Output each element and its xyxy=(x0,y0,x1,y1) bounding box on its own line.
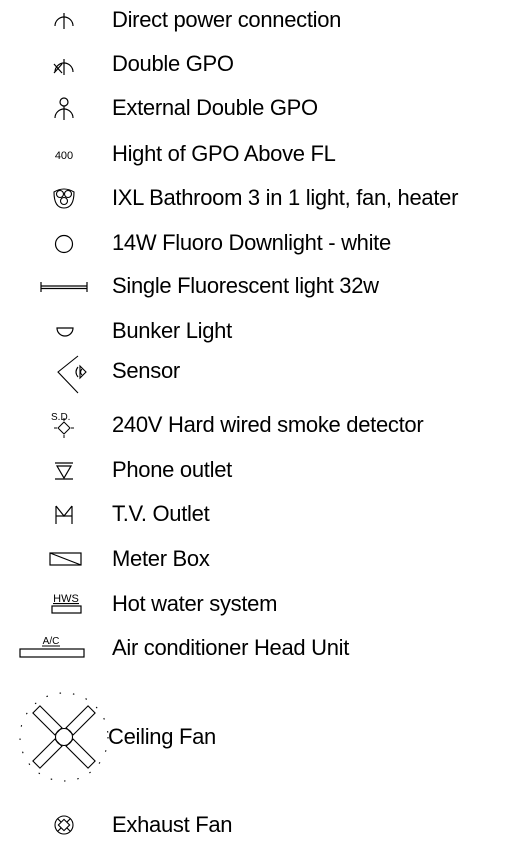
legend-label: Hight of GPO Above FL xyxy=(112,141,336,166)
legend-label: Direct power connection xyxy=(112,7,342,32)
legend-item-external-gpo: External Double GPO xyxy=(0,90,512,126)
legend-label: Single Fluorescent light 32w xyxy=(112,273,379,298)
legend-item-air-conditioner: A/C Air conditioner Head Unit xyxy=(0,630,512,666)
legend-item-meter-box: Meter Box xyxy=(0,541,512,577)
legend-label: Double GPO xyxy=(112,51,234,76)
legend-label: Exhaust Fan xyxy=(112,812,233,837)
legend-label: IXL Bathroom 3 in 1 light, fan, heater xyxy=(112,185,459,210)
sensor-icon xyxy=(0,353,90,394)
legend-item-downlight: 14W Fluoro Downlight - white xyxy=(0,225,512,261)
hot-water-system-icon: HWS xyxy=(0,586,90,622)
ceiling-fan-icon xyxy=(0,677,110,797)
legend-item-ceiling-fan: Ceiling Fan xyxy=(0,677,512,797)
downlight-icon xyxy=(0,225,90,261)
legend-item-double-gpo: Double GPO xyxy=(0,46,512,82)
legend-item-ixl-bathroom: IXL Bathroom 3 in 1 light, fan, heater xyxy=(0,180,512,216)
double-gpo-icon xyxy=(0,46,90,82)
legend-label: External Double GPO xyxy=(112,95,318,120)
legend-label: T.V. Outlet xyxy=(112,501,210,526)
gpo-height-icon: 400 xyxy=(0,136,90,172)
exhaust-fan-icon xyxy=(0,807,90,843)
legend-label: 240V Hard wired smoke detector xyxy=(112,412,424,437)
legend-item-gpo-height: 400 Hight of GPO Above FL xyxy=(0,136,512,172)
phone-outlet-icon xyxy=(0,452,90,488)
legend-item-tv-outlet: T.V. Outlet xyxy=(0,496,512,532)
ixl-bathroom-3in1-icon xyxy=(0,180,90,216)
legend-item-fluorescent: Single Fluorescent light 32w xyxy=(0,268,512,304)
direct-power-connection-icon xyxy=(0,2,90,38)
svg-text:S.D.: S.D. xyxy=(51,412,70,423)
legend-item-smoke-detector: S.D. 240V Hard wired smoke detector xyxy=(0,407,512,443)
air-conditioner-icon: A/C xyxy=(0,630,90,666)
legend-item-hot-water: HWS Hot water system xyxy=(0,586,512,622)
legend-label: Meter Box xyxy=(112,546,210,571)
legend-item-sensor: Sensor xyxy=(0,353,512,394)
meter-box-icon xyxy=(0,541,90,577)
svg-text:A/C: A/C xyxy=(43,636,60,647)
legend-item-exhaust-fan: Exhaust Fan xyxy=(0,807,512,843)
fluorescent-light-icon xyxy=(0,268,90,304)
legend-label: Bunker Light xyxy=(112,318,232,343)
electrical-legend: Direct power connection Double GPO Exter… xyxy=(0,0,512,845)
legend-label: Sensor xyxy=(112,358,180,383)
svg-text:400: 400 xyxy=(55,150,73,162)
smoke-detector-icon: S.D. xyxy=(0,407,90,443)
legend-item-bunker-light: Bunker Light xyxy=(0,313,512,349)
external-double-gpo-icon xyxy=(0,90,90,126)
tv-outlet-icon xyxy=(0,496,90,532)
legend-label: 14W Fluoro Downlight - white xyxy=(112,230,391,255)
legend-item-phone-outlet: Phone outlet xyxy=(0,452,512,488)
bunker-light-icon xyxy=(0,313,90,349)
legend-label: Hot water system xyxy=(112,591,278,616)
legend-label: Phone outlet xyxy=(112,457,232,482)
legend-label: Air conditioner Head Unit xyxy=(112,635,350,660)
legend-label: Ceiling Fan xyxy=(108,724,216,749)
legend-item-direct-power: Direct power connection xyxy=(0,2,512,38)
